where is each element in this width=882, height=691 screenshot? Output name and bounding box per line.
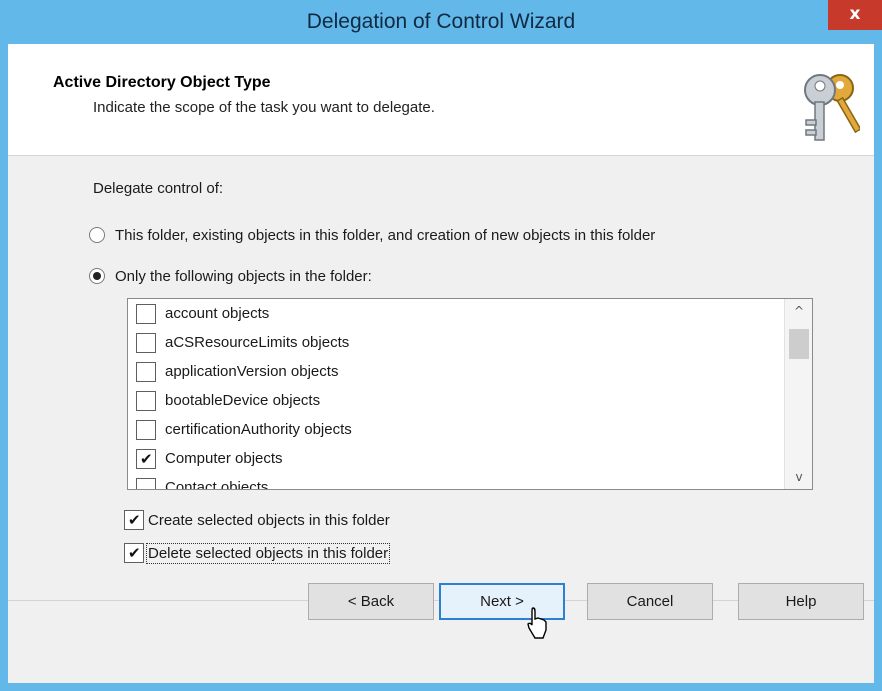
- window-title: Delegation of Control Wizard: [306, 10, 576, 33]
- list-item[interactable]: applicationVersion objects: [136, 357, 338, 386]
- checkbox[interactable]: [136, 390, 156, 411]
- create-objects-label: Create selected objects in this folder: [148, 511, 390, 529]
- radio-button[interactable]: [89, 268, 105, 284]
- list-item[interactable]: bootableDevice objects: [136, 386, 320, 415]
- list-item-label: account objects: [165, 305, 270, 322]
- object-type-list[interactable]: account objects aCSResourceLimits object…: [127, 298, 813, 490]
- scroll-thumb[interactable]: [789, 329, 809, 359]
- radio-this-folder[interactable]: This folder, existing objects in this fo…: [89, 224, 655, 246]
- radio-label: Only the following objects in the folder…: [115, 267, 372, 285]
- create-objects-option[interactable]: ✔ Create selected objects in this folder: [124, 508, 390, 532]
- scroll-up-icon[interactable]: ^: [785, 299, 812, 323]
- list-item-label: bootableDevice objects: [165, 392, 321, 409]
- list-item[interactable]: certificationAuthority objects: [136, 415, 352, 444]
- keys-icon: [804, 74, 860, 141]
- checkbox[interactable]: ✔: [124, 543, 144, 563]
- checkbox[interactable]: [136, 477, 156, 489]
- checkbox[interactable]: ✔: [124, 510, 144, 530]
- radio-label: This folder, existing objects in this fo…: [115, 226, 656, 244]
- page-subtitle: Indicate the scope of the task you want …: [93, 99, 435, 116]
- list-item[interactable]: account objects: [136, 299, 269, 328]
- radio-button[interactable]: [89, 227, 105, 243]
- list-scrollbar[interactable]: ^ v: [784, 299, 812, 489]
- delete-objects-option[interactable]: ✔ Delete selected objects in this folder: [124, 541, 391, 565]
- list-item[interactable]: Contact objects: [136, 473, 269, 490]
- back-button[interactable]: < Back: [308, 583, 434, 620]
- radio-only-following-objects[interactable]: Only the following objects in the folder…: [89, 265, 372, 287]
- delete-objects-label: Delete selected objects in this folder: [145, 542, 391, 564]
- list-item-label: Contact objects: [165, 479, 269, 490]
- wizard-header: Active Directory Object Type Indicate th…: [8, 44, 874, 156]
- page-title: Active Directory Object Type: [53, 74, 271, 91]
- mouse-cursor-icon: [527, 607, 547, 639]
- check-mark-icon: ✔: [140, 449, 153, 468]
- list-item-label: Computer objects: [165, 450, 283, 467]
- list-item[interactable]: ✔ Computer objects: [136, 444, 283, 473]
- check-mark-icon: ✔: [128, 544, 141, 562]
- checkbox[interactable]: [136, 303, 156, 324]
- help-button[interactable]: Help: [738, 583, 864, 620]
- list-item-label: aCSResourceLimits objects: [165, 334, 350, 351]
- list-item-label: certificationAuthority objects: [165, 421, 352, 438]
- list-item[interactable]: aCSResourceLimits objects: [136, 328, 349, 357]
- delegate-control-label: Delegate control of:: [93, 180, 224, 197]
- checkbox[interactable]: [136, 361, 156, 382]
- wizard-window: Delegation of Control Wizard x Active Di…: [0, 0, 882, 691]
- checkbox[interactable]: ✔: [136, 448, 156, 469]
- cancel-button[interactable]: Cancel: [587, 583, 713, 620]
- scroll-down-icon[interactable]: v: [785, 465, 812, 489]
- checkbox[interactable]: [136, 419, 156, 440]
- check-mark-icon: ✔: [128, 511, 141, 529]
- checkbox[interactable]: [136, 332, 156, 353]
- close-button[interactable]: x: [828, 0, 882, 30]
- title-bar[interactable]: Delegation of Control Wizard x: [0, 0, 882, 44]
- list-item-label: applicationVersion objects: [165, 363, 339, 380]
